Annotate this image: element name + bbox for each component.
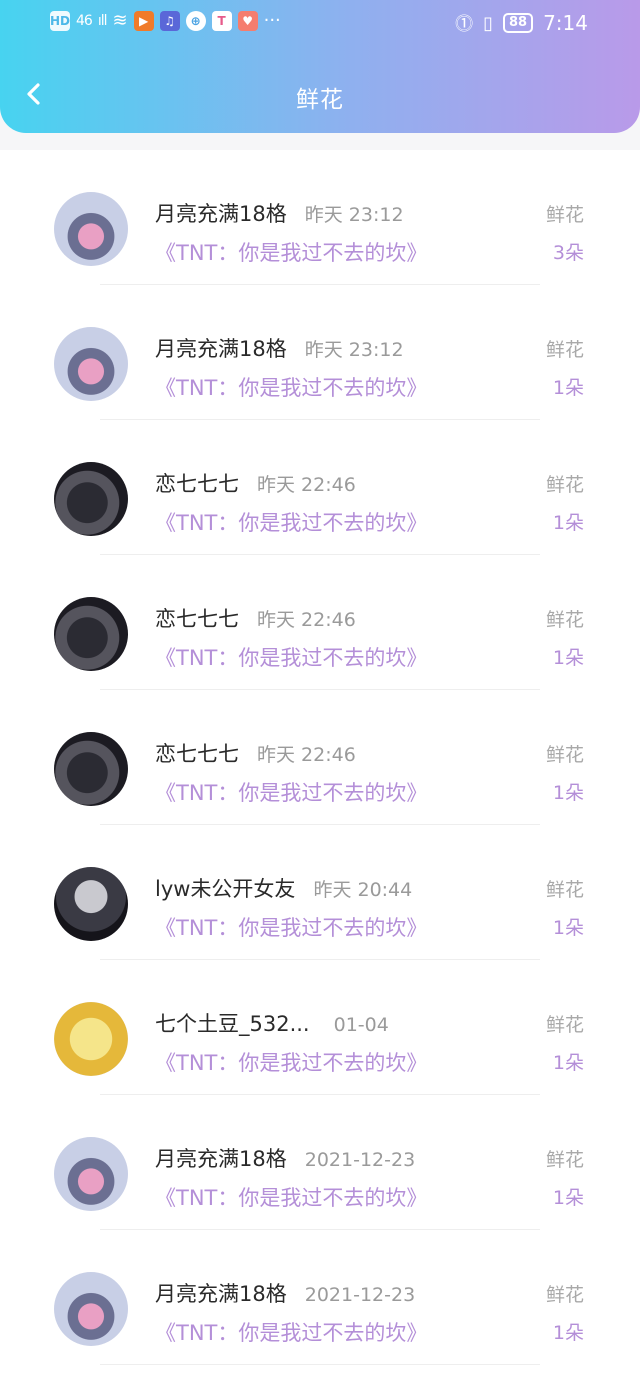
avatar[interactable] <box>54 462 128 536</box>
gift-count: 1朵 <box>552 782 584 804</box>
work-title[interactable]: 《TNT：你是我过不去的坎》 <box>155 507 427 537</box>
gift-count: 3朵 <box>552 242 584 264</box>
list-item[interactable]: 七个土豆_532... 01-04 《TNT：你是我过不去的坎》 鲜花 1朵 <box>0 960 640 1095</box>
user-name[interactable]: 月亮充满18格 <box>155 1282 287 1306</box>
work-title[interactable]: 《TNT：你是我过不去的坎》 <box>155 1317 427 1347</box>
avatar[interactable] <box>54 1002 128 1076</box>
page-title: 鲜花 <box>296 87 344 113</box>
user-name[interactable]: 恋七七七 <box>155 472 239 496</box>
work-title[interactable]: 《TNT：你是我过不去的坎》 <box>155 912 427 942</box>
list-item[interactable]: 恋七七七 昨天 22:46 《TNT：你是我过不去的坎》 鲜花 1朵 <box>0 690 640 825</box>
signal-icon: ıll <box>97 12 108 29</box>
browser-app-icon: ⊕ <box>185 10 206 31</box>
video-app-icon: ▶ <box>133 10 154 31</box>
gift-type-label: 鲜花 <box>545 339 584 361</box>
status-left: HD 46 ıll ≋ ▶ ♫ ⊕ T ♥ ··· <box>50 10 281 31</box>
status-time: 7:14 <box>543 11 588 35</box>
network-type-icon: 46 <box>76 12 93 29</box>
list-item[interactable]: 月亮充满18格 昨天 23:12 《TNT：你是我过不去的坎》 鲜花 3朵 <box>0 150 640 285</box>
work-title[interactable]: 《TNT：你是我过不去的坎》 <box>155 1047 427 1077</box>
avatar[interactable] <box>54 1272 128 1346</box>
gift-count: 1朵 <box>552 1187 584 1209</box>
user-name[interactable]: 月亮充满18格 <box>155 1147 287 1171</box>
timestamp: 2021-12-23 <box>304 1284 416 1306</box>
user-name[interactable]: 恋七七七 <box>155 607 239 631</box>
flower-record-list: 月亮充满18格 昨天 23:12 《TNT：你是我过不去的坎》 鲜花 3朵 月亮充… <box>0 150 640 1387</box>
timestamp: 昨天 22:46 <box>257 609 356 631</box>
list-item[interactable]: 恋七七七 昨天 22:46 《TNT：你是我过不去的坎》 鲜花 1朵 <box>0 420 640 555</box>
gift-type-label: 鲜花 <box>545 879 584 901</box>
gift-type-label: 鲜花 <box>545 1149 584 1171</box>
user-name[interactable]: 恋七七七 <box>155 742 239 766</box>
hd-icon: HD <box>50 10 70 31</box>
gift-count: 1朵 <box>552 377 584 399</box>
user-name[interactable]: 月亮充满18格 <box>155 337 287 361</box>
gift-type-label: 鲜花 <box>545 474 584 496</box>
avatar[interactable] <box>54 867 128 941</box>
list-item[interactable]: lyw未公开女友 昨天 20:44 《TNT：你是我过不去的坎》 鲜花 1朵 <box>0 825 640 960</box>
gift-type-label: 鲜花 <box>545 744 584 766</box>
t-app-icon: T <box>211 10 232 31</box>
nav-bar: 鲜花 <box>0 70 640 126</box>
vibrate-icon: ▯ <box>483 12 493 34</box>
user-name[interactable]: lyw未公开女友 <box>155 877 295 901</box>
timestamp: 昨天 20:44 <box>313 879 413 901</box>
divider <box>100 1364 540 1365</box>
gift-type-label: 鲜花 <box>545 609 584 631</box>
gift-type-label: 鲜花 <box>545 204 584 226</box>
timestamp: 01-04 <box>333 1014 389 1036</box>
gift-count: 1朵 <box>552 647 584 669</box>
more-notifications-icon: ··· <box>263 10 281 31</box>
music-app-icon: ♫ <box>159 10 180 31</box>
work-title[interactable]: 《TNT：你是我过不去的坎》 <box>155 237 427 267</box>
heart-app-icon: ♥ <box>237 10 258 31</box>
gift-count: 1朵 <box>552 1052 584 1074</box>
avatar[interactable] <box>54 327 128 401</box>
wifi-icon: ≋ <box>112 10 128 31</box>
gift-count: 1朵 <box>552 512 584 534</box>
timestamp: 昨天 23:12 <box>304 204 404 226</box>
timestamp: 2021-12-23 <box>304 1149 416 1171</box>
work-title[interactable]: 《TNT：你是我过不去的坎》 <box>155 777 427 807</box>
sim-icon: ⓵ <box>455 14 474 35</box>
top-bar: HD 46 ıll ≋ ▶ ♫ ⊕ T ♥ ··· ⓵ ▯ 88 7:14 鲜花 <box>0 0 640 133</box>
timestamp: 昨天 22:46 <box>257 474 356 496</box>
list-item[interactable]: 恋七七七 昨天 22:46 《TNT：你是我过不去的坎》 鲜花 1朵 <box>0 555 640 690</box>
user-name[interactable]: 七个土豆_532... <box>155 1012 310 1036</box>
gift-type-label: 鲜花 <box>545 1284 584 1306</box>
status-right: ⓵ ▯ 88 7:14 <box>455 10 588 36</box>
gift-count: 1朵 <box>552 917 584 939</box>
work-title[interactable]: 《TNT：你是我过不去的坎》 <box>155 372 427 402</box>
avatar[interactable] <box>54 192 128 266</box>
work-title[interactable]: 《TNT：你是我过不去的坎》 <box>155 642 427 672</box>
user-name[interactable]: 月亮充满18格 <box>155 202 287 226</box>
gift-count: 1朵 <box>552 1322 584 1344</box>
list-item[interactable]: 月亮充满18格 2021-12-23 《TNT：你是我过不去的坎》 鲜花 1朵 <box>0 1230 640 1365</box>
battery-icon: 88 <box>502 13 534 33</box>
gift-type-label: 鲜花 <box>545 1014 584 1036</box>
list-item[interactable]: 月亮充满18格 昨天 23:12 《TNT：你是我过不去的坎》 鲜花 1朵 <box>0 285 640 420</box>
avatar[interactable] <box>54 1137 128 1211</box>
timestamp: 昨天 23:12 <box>304 339 404 361</box>
list-item[interactable]: 月亮充满18格 2021-12-23 《TNT：你是我过不去的坎》 鲜花 1朵 <box>0 1095 640 1230</box>
status-bar: HD 46 ıll ≋ ▶ ♫ ⊕ T ♥ ··· ⓵ ▯ 88 7:14 <box>0 0 640 48</box>
avatar[interactable] <box>54 732 128 806</box>
timestamp: 昨天 22:46 <box>257 744 356 766</box>
work-title[interactable]: 《TNT：你是我过不去的坎》 <box>155 1182 427 1212</box>
avatar[interactable] <box>54 597 128 671</box>
